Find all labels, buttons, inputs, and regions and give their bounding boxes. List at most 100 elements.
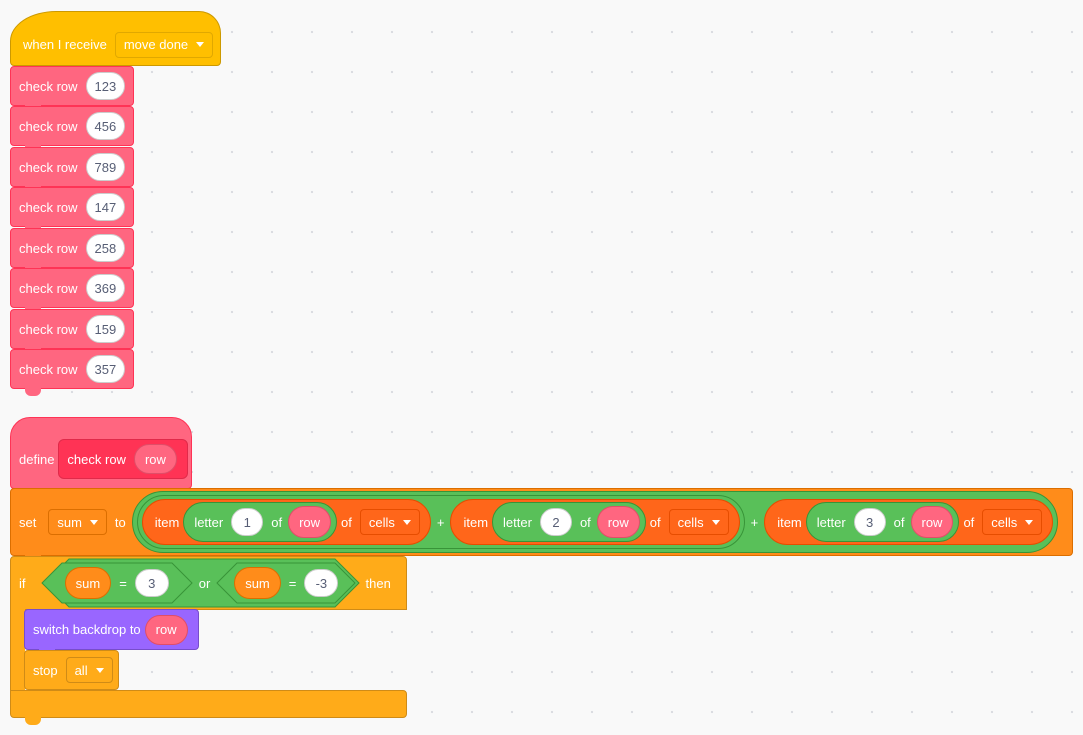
of-label: of xyxy=(963,514,975,530)
list-dropdown[interactable]: cells xyxy=(982,509,1043,535)
list-dropdown[interactable]: cells xyxy=(359,509,420,535)
or-label: or xyxy=(198,575,211,591)
or-operator-block[interactable]: sum = 3 or sum = -3 xyxy=(41,558,360,608)
check-row-label: check row xyxy=(19,321,78,337)
to-label: to xyxy=(114,514,126,530)
row-number-input[interactable]: 147 xyxy=(85,193,126,221)
list-dropdown-value: cells xyxy=(368,514,395,530)
when-i-receive-hat-block[interactable]: when I receive move done xyxy=(10,11,221,66)
check-row-call-block[interactable]: check row 789 xyxy=(10,147,134,194)
equals-operator-block[interactable]: sum = 3 xyxy=(41,562,193,604)
chevron-down-icon xyxy=(95,667,104,673)
row-parameter-reporter[interactable]: row xyxy=(596,506,640,538)
check-row-label: check row xyxy=(19,199,78,215)
row-number-input[interactable]: 258 xyxy=(85,234,126,262)
sum-variable-reporter[interactable]: sum xyxy=(64,567,112,599)
check-row-call-block[interactable]: check row 369 xyxy=(10,268,134,315)
item-of-list-reporter[interactable]: item letter 2 of row of cells xyxy=(450,499,740,545)
of-label: of xyxy=(893,514,905,530)
message-dropdown-value: move done xyxy=(123,37,189,52)
stop-block[interactable]: stop all xyxy=(24,650,119,690)
list-dropdown[interactable]: cells xyxy=(668,509,729,535)
plus-operator-label: + xyxy=(436,514,445,530)
letter-of-reporter[interactable]: letter 2 of row xyxy=(492,502,646,542)
procedure-prototype[interactable]: check row row xyxy=(58,439,188,479)
sum-variable-reporter[interactable]: sum xyxy=(234,567,281,599)
item-label: item xyxy=(463,514,489,530)
list-dropdown-value: cells xyxy=(991,514,1018,530)
set-variable-block[interactable]: set sum to item letter 1 of row of cells xyxy=(10,488,1073,563)
check-row-label: check row xyxy=(19,118,78,134)
stop-label: stop xyxy=(33,662,58,678)
stop-option-dropdown[interactable]: all xyxy=(65,657,113,683)
equals-label: = xyxy=(119,575,127,591)
switch-backdrop-label: switch backdrop to xyxy=(33,622,141,637)
item-of-list-reporter[interactable]: item letter 3 of row of cells xyxy=(764,499,1054,545)
plus-operator-label: + xyxy=(750,514,759,530)
row-parameter-reporter[interactable]: row xyxy=(910,506,954,538)
row-number-input[interactable]: 456 xyxy=(85,112,126,140)
letter-index-input[interactable]: 3 xyxy=(853,508,886,536)
add-operator-outer[interactable]: item letter 1 of row of cells + item let… xyxy=(131,491,1059,553)
letter-index-input[interactable]: 2 xyxy=(539,508,572,536)
letter-label: letter xyxy=(816,514,846,530)
variable-dropdown[interactable]: sum xyxy=(48,509,107,535)
letter-index-input[interactable]: 1 xyxy=(231,508,264,536)
row-number-input[interactable]: 789 xyxy=(85,153,126,181)
item-label: item xyxy=(777,514,802,530)
chevron-down-icon xyxy=(89,519,98,525)
check-row-label: check row xyxy=(19,280,78,296)
check-row-call-block[interactable]: check row 357 xyxy=(10,349,134,396)
letter-label: letter xyxy=(194,514,224,530)
variable-dropdown-value: sum xyxy=(57,514,82,530)
row-number-input[interactable]: 357 xyxy=(85,355,126,383)
chevron-down-icon xyxy=(402,519,411,525)
letter-of-reporter[interactable]: letter 1 of row xyxy=(183,502,338,542)
chevron-down-icon xyxy=(196,42,205,47)
set-label: set xyxy=(19,514,37,530)
row-number-input[interactable]: 159 xyxy=(85,315,126,343)
row-parameter-reporter[interactable]: row xyxy=(133,444,177,474)
equals-hexagon-shape xyxy=(41,562,193,604)
of-label: of xyxy=(579,514,591,530)
procedure-name-label: check row xyxy=(67,451,126,467)
check-row-label: check row xyxy=(19,159,78,175)
define-label: define xyxy=(19,451,55,467)
check-row-label: check row xyxy=(19,78,78,94)
switch-backdrop-block[interactable]: switch backdrop to row xyxy=(24,609,199,657)
equals-label: = xyxy=(288,575,297,591)
add-operator-inner[interactable]: item letter 1 of row of cells + item let… xyxy=(136,495,745,549)
of-label: of xyxy=(341,514,352,530)
check-row-label: check row xyxy=(19,240,78,256)
check-row-call-block[interactable]: check row 258 xyxy=(10,228,134,275)
if-block-arm xyxy=(10,609,25,692)
compare-value-input[interactable]: 3 xyxy=(134,569,169,597)
item-label: item xyxy=(154,514,180,530)
chevron-down-icon xyxy=(1025,519,1034,525)
of-label: of xyxy=(649,514,661,530)
check-row-label: check row xyxy=(19,361,78,377)
letter-label: letter xyxy=(503,514,532,530)
check-row-call-block[interactable]: check row 147 xyxy=(10,187,134,234)
of-label: of xyxy=(271,514,283,530)
then-label: then xyxy=(365,575,391,591)
equals-operator-block[interactable]: sum = -3 xyxy=(216,562,356,604)
check-row-call-block[interactable]: check row 123 xyxy=(10,66,134,113)
row-parameter-reporter[interactable]: row xyxy=(144,614,188,645)
message-dropdown[interactable]: move done xyxy=(114,31,214,58)
chevron-down-icon xyxy=(711,519,720,525)
if-block-footer xyxy=(10,690,407,725)
when-i-receive-label: when I receive xyxy=(23,37,107,52)
stop-option-value: all xyxy=(74,662,88,678)
define-hat-block[interactable]: define check row row xyxy=(10,417,192,489)
check-row-call-block[interactable]: check row 159 xyxy=(10,309,134,356)
item-of-list-reporter[interactable]: item letter 1 of row of cells xyxy=(141,499,431,545)
list-dropdown-value: cells xyxy=(677,514,704,530)
letter-of-reporter[interactable]: letter 3 of row xyxy=(805,502,960,542)
row-number-input[interactable]: 123 xyxy=(85,72,126,100)
row-parameter-reporter[interactable]: row xyxy=(288,506,332,538)
check-row-call-block[interactable]: check row 456 xyxy=(10,106,134,153)
row-number-input[interactable]: 369 xyxy=(85,274,126,302)
if-block-header[interactable]: if sum = 3 or sum = -3 then xyxy=(10,556,407,610)
compare-value-input[interactable]: -3 xyxy=(304,569,339,597)
